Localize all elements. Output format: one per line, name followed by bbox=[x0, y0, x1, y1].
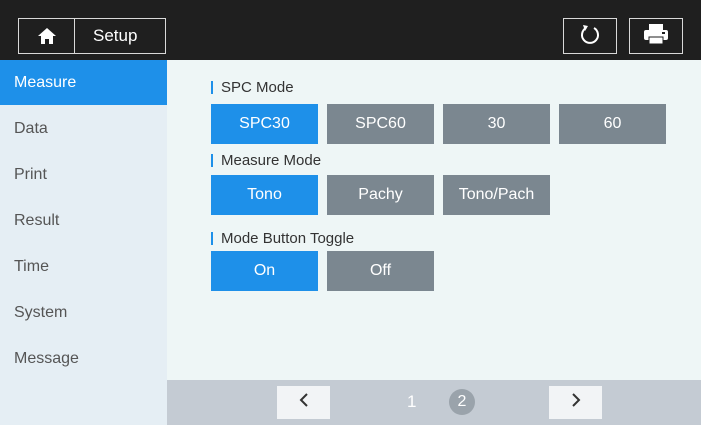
sidebar-item-label: Data bbox=[14, 119, 48, 137]
sidebar-item-message[interactable]: Message bbox=[0, 336, 167, 381]
pagination-bar: 1 2 bbox=[167, 380, 701, 425]
sidebar-item-label: Message bbox=[14, 349, 79, 367]
toggle-option-off[interactable]: Off bbox=[327, 251, 434, 291]
sidebar-item-label: Result bbox=[14, 211, 60, 229]
next-page-button[interactable] bbox=[549, 386, 602, 419]
measure-mode-heading: Measure Mode bbox=[211, 152, 321, 169]
spc-mode-option-spc30[interactable]: SPC30 bbox=[211, 104, 318, 144]
page-number-1[interactable]: 1 bbox=[407, 392, 416, 412]
home-setup-button[interactable]: Setup bbox=[18, 18, 166, 54]
sidebar-item-label: Time bbox=[14, 257, 49, 275]
sidebar-item-label: Print bbox=[14, 165, 47, 183]
print-button[interactable] bbox=[629, 18, 683, 54]
header-bar: Setup bbox=[0, 0, 701, 60]
home-icon[interactable] bbox=[19, 19, 75, 53]
spc-mode-option-spc60[interactable]: SPC60 bbox=[327, 104, 434, 144]
measure-mode-option-tono-pach[interactable]: Tono/Pach bbox=[443, 175, 550, 215]
page-title: Setup bbox=[93, 26, 138, 45]
spc-mode-option-30[interactable]: 30 bbox=[443, 104, 550, 144]
section-marker bbox=[211, 154, 213, 167]
sidebar-item-label: Measure bbox=[14, 73, 77, 91]
sidebar-item-result[interactable]: Result bbox=[0, 198, 167, 243]
chevron-right-icon bbox=[570, 393, 582, 412]
sidebar-item-measure[interactable]: Measure bbox=[0, 60, 167, 105]
spc-mode-heading: SPC Mode bbox=[211, 79, 294, 96]
settings-panel: SPC Mode SPC30 SPC60 30 60 Measure Mode … bbox=[167, 60, 701, 380]
measure-mode-option-pachy[interactable]: Pachy bbox=[327, 175, 434, 215]
sidebar-item-time[interactable]: Time bbox=[0, 244, 167, 289]
measure-mode-option-tono[interactable]: Tono bbox=[211, 175, 318, 215]
sidebar: Measure Data Print Result Time System Me… bbox=[0, 60, 167, 425]
previous-page-button[interactable] bbox=[277, 386, 330, 419]
sidebar-item-data[interactable]: Data bbox=[0, 106, 167, 151]
page-number-2-current[interactable]: 2 bbox=[449, 389, 475, 415]
sidebar-item-system[interactable]: System bbox=[0, 290, 167, 335]
spc-mode-option-60[interactable]: 60 bbox=[559, 104, 666, 144]
printer-icon bbox=[643, 23, 669, 50]
refresh-button[interactable] bbox=[563, 18, 617, 54]
sidebar-item-print[interactable]: Print bbox=[0, 152, 167, 197]
sidebar-item-label: System bbox=[14, 303, 68, 321]
section-marker bbox=[211, 81, 213, 94]
section-marker bbox=[211, 232, 213, 245]
refresh-icon bbox=[579, 23, 601, 50]
setup-screen: Setup Measure Data Print Result Time Sys… bbox=[0, 0, 701, 425]
mode-button-toggle-heading: Mode Button Toggle bbox=[211, 230, 354, 247]
chevron-left-icon bbox=[298, 393, 310, 412]
toggle-option-on[interactable]: On bbox=[211, 251, 318, 291]
